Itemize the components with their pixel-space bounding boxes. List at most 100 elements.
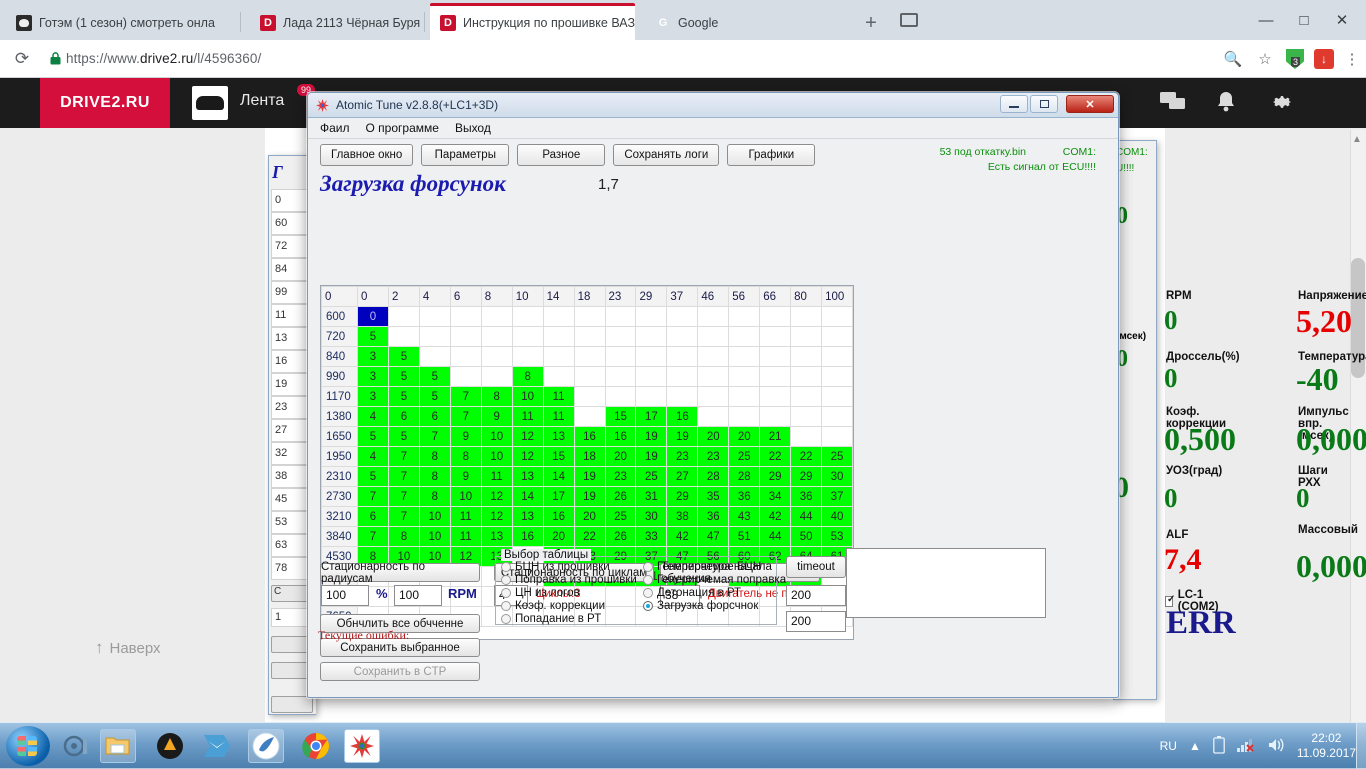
- table-cell[interactable]: 9: [449, 466, 482, 487]
- table-cell[interactable]: [697, 386, 730, 407]
- table-column-header[interactable]: 14: [542, 286, 575, 307]
- table-cell[interactable]: 11: [542, 386, 575, 407]
- table-cell[interactable]: 16: [542, 506, 575, 527]
- table-cell[interactable]: [604, 306, 637, 327]
- table-row-header[interactable]: 3210: [321, 506, 358, 527]
- table-cell[interactable]: 12: [511, 446, 544, 467]
- table-cell[interactable]: [759, 326, 792, 347]
- drive2-logo[interactable]: DRIVE2.RU: [40, 78, 170, 128]
- table-cell[interactable]: [728, 346, 761, 367]
- table-cell[interactable]: 20: [728, 426, 761, 447]
- table-cell[interactable]: 8: [418, 466, 451, 487]
- table-cell[interactable]: [697, 346, 730, 367]
- show-desktop-button[interactable]: [1356, 723, 1366, 769]
- table-cell[interactable]: [790, 426, 823, 447]
- table-cell[interactable]: 25: [604, 506, 637, 527]
- tab-misc[interactable]: Разное: [517, 144, 606, 166]
- start-orb[interactable]: [6, 726, 50, 766]
- table-cell[interactable]: 33: [635, 526, 668, 547]
- input-percent[interactable]: 100: [321, 585, 369, 606]
- atomic-minimize-button[interactable]: [1000, 95, 1028, 113]
- table-cell[interactable]: 3: [357, 346, 389, 367]
- window-maximize-button[interactable]: □: [1286, 8, 1322, 34]
- table-cell[interactable]: [542, 366, 575, 387]
- table-cell[interactable]: 22: [573, 526, 606, 547]
- table-cell[interactable]: 29: [666, 486, 699, 507]
- table-cell[interactable]: [480, 346, 513, 367]
- table-cell[interactable]: 26: [604, 486, 637, 507]
- table-cell[interactable]: [821, 386, 853, 407]
- table-cell[interactable]: [821, 406, 853, 427]
- chrome-icon[interactable]: [298, 729, 334, 763]
- table-cell[interactable]: 44: [759, 526, 792, 547]
- table-cell[interactable]: 23: [697, 446, 730, 467]
- radio-correction-firmware[interactable]: Поправка из прошивки: [501, 574, 637, 586]
- table-column-header[interactable]: 10: [511, 286, 544, 307]
- table-column-header[interactable]: 0: [357, 286, 389, 307]
- messages-icon[interactable]: [1160, 90, 1186, 116]
- table-cell[interactable]: 5: [387, 346, 420, 367]
- table-cell[interactable]: [790, 306, 823, 327]
- table-column-header[interactable]: 23: [604, 286, 637, 307]
- tab-search-icon[interactable]: [900, 13, 924, 35]
- table-cell[interactable]: [697, 406, 730, 427]
- table-cell[interactable]: [790, 366, 823, 387]
- table-cell[interactable]: 34: [759, 486, 792, 507]
- table-cell[interactable]: [387, 326, 420, 347]
- table-cell[interactable]: 42: [666, 526, 699, 547]
- adblock-extension-icon[interactable]: [1286, 49, 1304, 69]
- table-cell[interactable]: 40: [821, 506, 853, 527]
- bell-icon[interactable]: [1215, 90, 1241, 116]
- table-cell[interactable]: 25: [635, 466, 668, 487]
- table-cell[interactable]: [697, 306, 730, 327]
- table-cell[interactable]: [666, 386, 699, 407]
- url-text[interactable]: https://www.drive2.ru/l/4596360/: [66, 51, 261, 66]
- table-cell[interactable]: [573, 406, 606, 427]
- table-cell[interactable]: 8: [511, 366, 544, 387]
- btn-stationarity-radius[interactable]: Стационарность по радиусам: [320, 561, 480, 585]
- table-cell[interactable]: [790, 386, 823, 407]
- table-cell[interactable]: 5: [418, 366, 451, 387]
- table-cell[interactable]: [635, 306, 668, 327]
- radio-dot[interactable]: [501, 601, 511, 611]
- table-cell[interactable]: 22: [790, 446, 823, 467]
- table-cell[interactable]: 16: [666, 406, 699, 427]
- table-cell[interactable]: 17: [542, 486, 575, 507]
- table-cell[interactable]: [480, 326, 513, 347]
- table-column-header[interactable]: 2: [387, 286, 420, 307]
- table-cell[interactable]: 12: [480, 506, 513, 527]
- table-cell[interactable]: [542, 306, 575, 327]
- table-cell[interactable]: [821, 326, 853, 347]
- tab-parameters[interactable]: Параметры: [421, 144, 510, 166]
- table-cell[interactable]: 23: [666, 446, 699, 467]
- table-cell[interactable]: [573, 306, 606, 327]
- table-cell[interactable]: 27: [666, 466, 699, 487]
- table-cell[interactable]: 19: [666, 426, 699, 447]
- table-cell[interactable]: 9: [480, 406, 513, 427]
- browser-tab-1[interactable]: D Лада 2113 Чёрная Буря: [250, 6, 420, 40]
- table-cell[interactable]: 36: [790, 486, 823, 507]
- table-cell[interactable]: 17: [635, 406, 668, 427]
- table-cell[interactable]: 53: [821, 526, 853, 547]
- table-cell[interactable]: 8: [387, 526, 420, 547]
- table-cell[interactable]: 28: [728, 466, 761, 487]
- radio-dot[interactable]: [643, 575, 653, 585]
- table-cell[interactable]: 12: [480, 486, 513, 507]
- table-cell[interactable]: 28: [697, 466, 730, 487]
- table-row-header[interactable]: 3840: [321, 526, 358, 547]
- table-cell[interactable]: 29: [759, 466, 792, 487]
- table-cell[interactable]: 9: [449, 426, 482, 447]
- table-cell[interactable]: 13: [542, 426, 575, 447]
- table-cell[interactable]: [666, 366, 699, 387]
- table-cell[interactable]: 25: [821, 446, 853, 467]
- radio-bcn-firmware[interactable]: БЦН из прошивки: [501, 561, 610, 573]
- tab-save-logs[interactable]: Сохранять логи: [613, 144, 720, 166]
- download-extension-icon[interactable]: ↓: [1314, 49, 1334, 69]
- table-cell[interactable]: 23: [604, 466, 637, 487]
- table-cell[interactable]: [511, 326, 544, 347]
- atomic-tune-icon[interactable]: [344, 729, 380, 763]
- chrome-menu-icon[interactable]: ⋮: [1344, 50, 1360, 68]
- table-cell[interactable]: 10: [480, 446, 513, 467]
- table-row-header[interactable]: 2310: [321, 466, 358, 487]
- table-cell[interactable]: [604, 386, 637, 407]
